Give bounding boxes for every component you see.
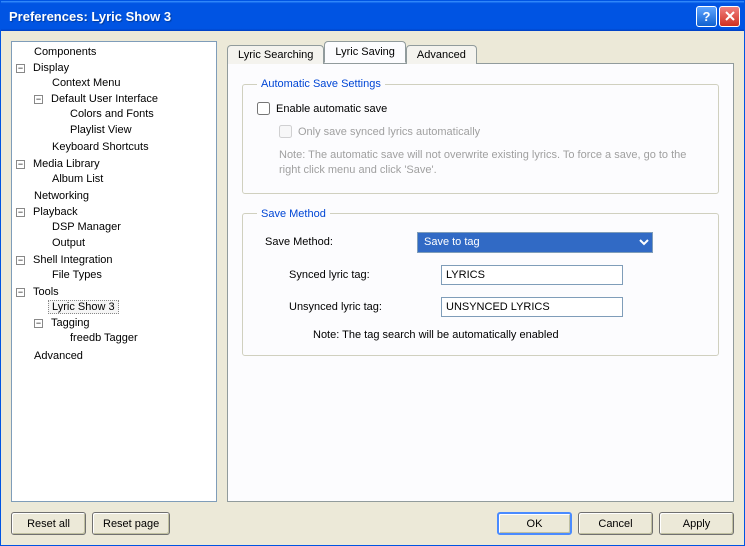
collapse-icon[interactable]: − [16, 256, 25, 265]
tree-context-menu[interactable]: Context Menu [48, 76, 124, 90]
collapse-icon[interactable]: − [16, 288, 25, 297]
tab-lyric-searching[interactable]: Lyric Searching [227, 45, 324, 64]
tree-display[interactable]: Display [29, 61, 73, 75]
collapse-icon[interactable]: − [16, 208, 25, 217]
tree-colors-fonts[interactable]: Colors and Fonts [66, 107, 158, 121]
tree-lyric-show-3[interactable]: Lyric Show 3 [48, 300, 119, 314]
save-method-select[interactable]: Save to tag [417, 232, 653, 253]
help-button[interactable]: ? [696, 6, 717, 27]
window-title: Preferences: Lyric Show 3 [9, 9, 694, 24]
tab-advanced[interactable]: Advanced [406, 45, 477, 64]
collapse-icon[interactable]: − [34, 95, 43, 104]
dialog-buttons: Reset all Reset page OK Cancel Apply [1, 512, 744, 545]
preferences-window: Preferences: Lyric Show 3 ? Components −… [0, 0, 745, 546]
only-synced-label: Only save synced lyrics automatically [298, 126, 480, 138]
save-method-group: Save Method Save Method: Save to tag Syn… [242, 208, 719, 356]
automatic-save-group: Automatic Save Settings Enable automatic… [242, 78, 719, 194]
apply-button[interactable]: Apply [659, 512, 734, 535]
unsynced-tag-label: Unsynced lyric tag: [281, 301, 441, 313]
synced-tag-input[interactable] [441, 265, 623, 285]
ok-button[interactable]: OK [497, 512, 572, 535]
tree-advanced[interactable]: Advanced [30, 349, 87, 363]
tabs: Lyric Searching Lyric Saving Advanced [227, 41, 734, 63]
close-icon [725, 11, 735, 21]
save-method-note: Note: The tag search will be automatical… [281, 329, 704, 341]
tree-playlist-view[interactable]: Playlist View [66, 123, 136, 137]
tab-lyric-saving[interactable]: Lyric Saving [324, 41, 406, 63]
reset-page-button[interactable]: Reset page [92, 512, 170, 535]
save-method-label: Save Method: [257, 236, 417, 248]
collapse-icon[interactable]: − [16, 64, 25, 73]
synced-tag-label: Synced lyric tag: [281, 269, 441, 281]
tree-file-types[interactable]: File Types [48, 268, 106, 282]
tree-playback[interactable]: Playback [29, 205, 82, 219]
tree-media-library[interactable]: Media Library [29, 157, 104, 171]
unsynced-tag-input[interactable] [441, 297, 623, 317]
tree-shell-integration[interactable]: Shell Integration [29, 253, 117, 267]
collapse-icon[interactable]: − [16, 160, 25, 169]
tree-tools[interactable]: Tools [29, 285, 63, 299]
tree-networking[interactable]: Networking [30, 189, 93, 203]
save-method-legend: Save Method [257, 208, 330, 220]
enable-auto-save-checkbox[interactable] [257, 102, 270, 115]
tree-freedb-tagger[interactable]: freedb Tagger [66, 331, 142, 345]
category-tree[interactable]: Components −Display Context Menu −Defaul… [11, 41, 217, 502]
cancel-button[interactable]: Cancel [578, 512, 653, 535]
tree-album-list[interactable]: Album List [48, 172, 107, 186]
main-pane: Lyric Searching Lyric Saving Advanced Au… [227, 41, 734, 502]
reset-all-button[interactable]: Reset all [11, 512, 86, 535]
tab-body: Automatic Save Settings Enable automatic… [227, 63, 734, 502]
tree-dsp-manager[interactable]: DSP Manager [48, 220, 125, 234]
only-synced-checkbox [279, 125, 292, 138]
titlebar: Preferences: Lyric Show 3 ? [1, 1, 744, 31]
enable-auto-save-label: Enable automatic save [276, 103, 387, 115]
automatic-save-legend: Automatic Save Settings [257, 78, 385, 90]
tree-kbd-shortcuts[interactable]: Keyboard Shortcuts [48, 140, 153, 154]
tree-default-ui[interactable]: Default User Interface [47, 92, 162, 106]
tree-tagging[interactable]: Tagging [47, 316, 94, 330]
auto-save-note: Note: The automatic save will not overwr… [279, 148, 704, 179]
collapse-icon[interactable]: − [34, 319, 43, 328]
tree-components[interactable]: Components [30, 45, 100, 59]
tree-output[interactable]: Output [48, 236, 89, 250]
close-button[interactable] [719, 6, 740, 27]
